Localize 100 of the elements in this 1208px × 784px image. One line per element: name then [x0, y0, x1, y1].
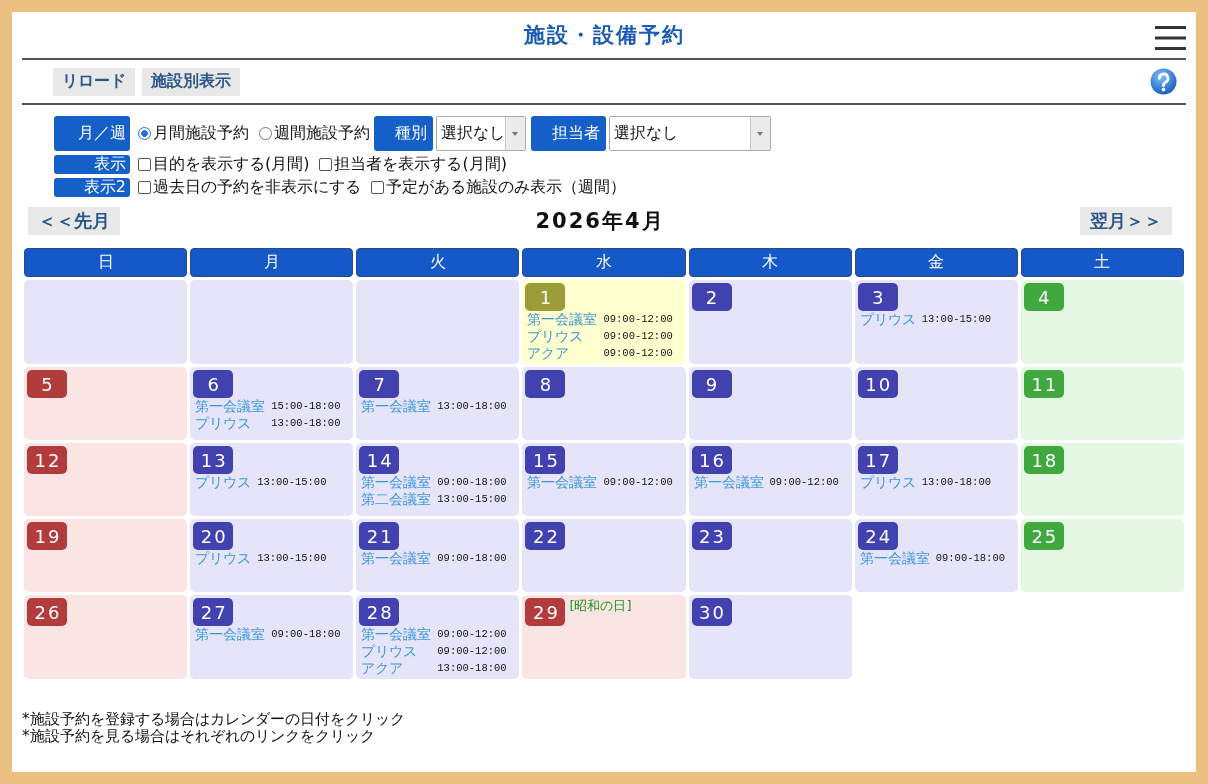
day-number[interactable]: 15 [525, 446, 566, 474]
checkbox[interactable] [138, 158, 151, 171]
day-cell[interactable]: 22 [522, 519, 686, 592]
checkbox[interactable] [371, 181, 384, 194]
event-time: 13:00-18:00 [437, 399, 507, 414]
day-cell[interactable]: 29 [昭和の日] [522, 595, 686, 679]
day-number[interactable]: 3 [857, 283, 898, 311]
day-cell[interactable]: 21 第一会議室 09:00-18:00 [356, 519, 520, 592]
day-cell[interactable]: 8 [522, 367, 686, 440]
checkbox-label[interactable]: 過去日の予約を非表示にする [153, 177, 361, 198]
checkbox-label[interactable]: 目的を表示する(月間) [153, 154, 310, 175]
day-number[interactable]: 20 [193, 522, 234, 550]
day-number[interactable]: 13 [193, 446, 234, 474]
day-cell[interactable]: 13 プリウス 13:00-15:00 [190, 443, 354, 516]
filter-label: 種別 [374, 116, 433, 151]
footnote: *施設予約を見る場合はそれぞれのリンクをクリック [22, 728, 376, 745]
day-cell[interactable]: 26 [24, 595, 188, 679]
day-number[interactable]: 8 [525, 370, 566, 398]
filter-label: 担当者 [531, 116, 606, 151]
day-number[interactable]: 17 [857, 446, 898, 474]
day-cell[interactable]: 15 第一会議室 09:00-12:00 [522, 443, 686, 516]
checkbox-label[interactable]: 予定がある施設のみ表示（週間） [386, 177, 626, 198]
radio-label[interactable]: 月間施設予約 [153, 123, 249, 144]
help-icon[interactable] [1150, 68, 1177, 95]
day-cell[interactable]: 27 第一会議室 09:00-18:00 [190, 595, 354, 679]
event-time: 09:00-18:00 [437, 551, 507, 566]
weekday-header: 日 [24, 248, 188, 277]
day-number[interactable]: 28 [359, 598, 400, 626]
footnote: *施設予約を登録する場合はカレンダーの日付をクリック [22, 711, 406, 728]
next-month-button[interactable]: 翌月＞＞ [1080, 207, 1172, 235]
checkbox[interactable] [319, 158, 333, 171]
weekday-header: 水 [522, 248, 686, 277]
event-time: 13:00-15:00 [257, 475, 327, 490]
event-time: 09:00-18:00 [437, 475, 507, 490]
day-cell[interactable]: 24 第一会議室 09:00-18:00 [854, 519, 1018, 592]
filter-label: 表示2 [54, 178, 130, 197]
toolbar-button[interactable]: 施設別表示 [142, 67, 240, 96]
event-time: 09:00-12:00 [603, 329, 673, 344]
prev-month-button[interactable]: ＜＜先月 [28, 207, 120, 235]
day-cell[interactable]: 28 第一会議室 09:00-12:00 プリウス 09:00-12:00 アクア 13:00-18:00 [356, 595, 520, 679]
day-cell[interactable]: 7 第一会議室 13:00-18:00 [356, 367, 520, 440]
day-cell[interactable]: 2 [688, 280, 852, 364]
day-number[interactable]: 27 [193, 598, 234, 626]
menu-icon[interactable] [1155, 26, 1186, 50]
day-number[interactable]: 23 [691, 522, 732, 550]
day-number[interactable]: 2 [691, 283, 732, 311]
event-time: 15:00-18:00 [271, 399, 341, 414]
day-number[interactable]: 22 [525, 522, 566, 550]
event-time: 09:00-12:00 [437, 627, 507, 642]
day-cell[interactable]: 3 プリウス 13:00-15:00 [854, 280, 1018, 364]
weekday-header: 土 [1020, 248, 1184, 277]
radio-button[interactable] [259, 127, 272, 140]
page-title: 施設・設備予約 [523, 22, 685, 48]
filter-label: 月／週 [54, 116, 130, 151]
checkbox[interactable] [138, 181, 151, 194]
month-title: 2026年4月 [535, 208, 665, 235]
event-time: 13:00-18:00 [437, 661, 507, 676]
day-cell[interactable]: 23 [688, 519, 852, 592]
day-number[interactable]: 21 [359, 522, 400, 550]
radio-label[interactable]: 週間施設予約 [274, 123, 370, 144]
day-number[interactable]: 6 [193, 370, 234, 398]
day-number[interactable]: 30 [691, 598, 732, 626]
weekday-header: 火 [356, 248, 520, 277]
event-time: 13:00-15:00 [437, 492, 507, 507]
radio-button[interactable] [138, 127, 151, 140]
day-cell[interactable]: 30 [688, 595, 852, 679]
weekday-header: 月 [190, 248, 354, 277]
event-time: 09:00-12:00 [603, 475, 673, 490]
day-cell[interactable]: 19 [24, 519, 188, 592]
day-cell[interactable]: 9 [688, 367, 852, 440]
day-number[interactable]: 12 [27, 446, 67, 474]
event-time: 13:00-15:00 [921, 312, 991, 327]
event-time: 13:00-18:00 [271, 416, 341, 431]
day-cell[interactable]: 10 [854, 367, 1018, 440]
day-number[interactable]: 19 [27, 522, 67, 550]
day-number[interactable]: 26 [27, 598, 67, 626]
toolbar-button[interactable]: リロード [53, 67, 135, 96]
event-time: 09:00-12:00 [603, 312, 673, 327]
event-time: 09:00-12:00 [437, 644, 507, 659]
day-cell[interactable]: 20 プリウス 13:00-15:00 [190, 519, 354, 592]
day-number[interactable]: 24 [857, 522, 898, 550]
day-cell[interactable]: 16 第一会議室 09:00-12:00 [688, 443, 852, 516]
day-number[interactable]: 7 [359, 370, 400, 398]
day-number[interactable]: 9 [691, 370, 732, 398]
day-cell[interactable]: 17 プリウス 13:00-18:00 [854, 443, 1018, 516]
day-number[interactable]: 5 [27, 370, 67, 398]
event-time: 09:00-12:00 [603, 346, 673, 361]
dropdown[interactable]: 選択なし [436, 116, 526, 151]
day-number[interactable]: 10 [857, 370, 898, 398]
event-time: 09:00-18:00 [935, 551, 1005, 566]
weekday-header: 木 [688, 248, 852, 277]
day-cell[interactable]: 6 第一会議室 15:00-18:00 プリウス 13:00-18:00 [190, 367, 354, 440]
day-cell[interactable]: 12 [24, 443, 188, 516]
day-cell[interactable]: 14 第一会議室 09:00-18:00 第二会議室 13:00-15:00 [356, 443, 520, 516]
day-cell[interactable]: 5 [24, 367, 188, 440]
day-number[interactable]: 16 [691, 446, 732, 474]
checkbox-label[interactable]: 担当者を表示する(月間) [334, 154, 507, 175]
day-number[interactable]: 29 [525, 598, 566, 626]
day-number[interactable]: 14 [359, 446, 400, 474]
dropdown[interactable]: 選択なし [609, 116, 771, 151]
